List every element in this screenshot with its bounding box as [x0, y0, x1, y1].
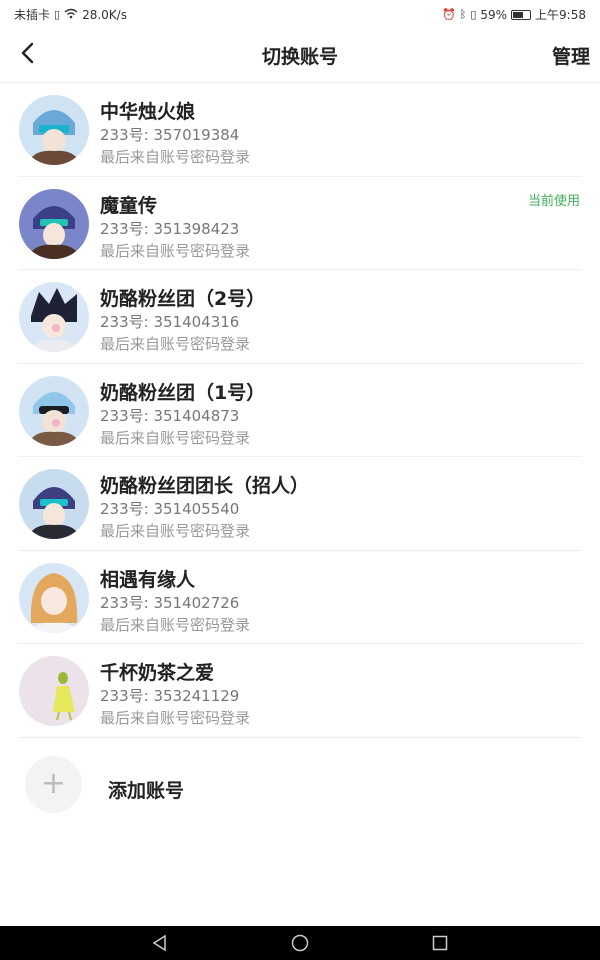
status-bar: 未插卡 ▯ 28.0K/s ⏰ ᛒ ▯ 59% 上午9:58	[0, 0, 600, 26]
carrier-text: 未插卡	[14, 8, 51, 22]
nav-back-button[interactable]	[150, 933, 170, 953]
account-name: 魔童传	[100, 194, 158, 217]
nav-home-button[interactable]	[290, 933, 310, 953]
avatar	[19, 562, 89, 633]
login-method: 最后来自账号密码登录	[100, 148, 251, 166]
account-name: 奶酪粉丝团（1号）	[100, 381, 266, 404]
square-recents-icon	[432, 935, 448, 951]
divider	[18, 736, 582, 738]
account-row[interactable]: 奶酪粉丝团（2号） 233号: 351404316 最后来自账号密码登录	[0, 270, 600, 364]
header: 切换账号 管理	[0, 26, 600, 83]
login-method: 最后来自账号密码登录	[100, 522, 251, 540]
account-list: 中华烛火娘 233号: 357019384 最后来自账号密码登录 魔童传 233…	[0, 83, 600, 738]
avatar	[19, 95, 89, 165]
wifi-icon	[64, 8, 78, 22]
account-id: 233号: 351404873	[100, 406, 240, 425]
account-name: 千杯奶茶之爱	[100, 662, 215, 684]
add-account-button[interactable]: + 添加账号	[0, 740, 600, 840]
account-row[interactable]: 千杯奶茶之爱 233号: 353241129 最后来自账号密码登录	[0, 644, 600, 738]
account-id: 233号: 353241129	[100, 687, 240, 705]
system-nav-bar	[0, 926, 600, 960]
account-name: 奶酪粉丝团（2号）	[100, 288, 266, 310]
manage-button[interactable]: 管理	[552, 42, 590, 69]
alarm-icon: ⏰	[442, 7, 456, 21]
account-id: 233号: 357019384	[100, 126, 240, 144]
avatar	[19, 469, 89, 539]
account-row[interactable]: 奶酪粉丝团（1号） 233号: 351404873 最后来自账号密码登录	[0, 364, 600, 457]
battery-icon	[511, 9, 532, 20]
vibrate-icon: ▯	[470, 7, 477, 21]
avatar	[19, 282, 89, 352]
current-account-badge: 当前使用	[527, 193, 580, 209]
account-id: 233号: 351402726	[100, 593, 240, 612]
login-method: 最后来自账号密码登录	[100, 615, 251, 634]
sim-icon: ▯	[54, 7, 61, 21]
page-title: 切换账号	[261, 46, 338, 68]
account-id: 233号: 351404316	[100, 313, 240, 331]
avatar	[19, 375, 89, 446]
battery-percent: 59%	[480, 7, 508, 22]
add-account-label: 添加账号	[108, 780, 185, 802]
plus-icon: +	[25, 756, 82, 813]
avatar	[19, 656, 89, 726]
triangle-back-icon	[152, 934, 166, 952]
account-name: 中华烛火娘	[100, 101, 196, 123]
account-row[interactable]: 中华烛火娘 233号: 357019384 最后来自账号密码登录	[0, 83, 600, 177]
nav-recents-button[interactable]	[430, 933, 450, 953]
account-row[interactable]: 奶酪粉丝团团长（招人） 233号: 351405540 最后来自账号密码登录	[0, 457, 600, 551]
account-id: 233号: 351398423	[100, 219, 240, 238]
network-speed: 28.0K/s	[82, 7, 127, 22]
login-method: 最后来自账号密码登录	[100, 428, 251, 447]
account-row[interactable]: 相遇有缘人 233号: 351402726 最后来自账号密码登录	[0, 551, 600, 644]
clock: 上午9:58	[535, 8, 586, 22]
login-method: 最后来自账号密码登录	[100, 335, 251, 353]
bluetooth-icon: ᛒ	[459, 7, 467, 21]
account-name: 相遇有缘人	[100, 568, 196, 591]
circle-home-icon	[291, 934, 309, 952]
account-row[interactable]: 魔童传 233号: 351398423 最后来自账号密码登录 当前使用	[0, 177, 600, 270]
avatar	[19, 188, 89, 259]
login-method: 最后来自账号密码登录	[100, 709, 251, 727]
account-name: 奶酪粉丝团团长（招人）	[100, 475, 310, 497]
login-method: 最后来自账号密码登录	[100, 241, 251, 260]
account-id: 233号: 351405540	[100, 500, 240, 518]
